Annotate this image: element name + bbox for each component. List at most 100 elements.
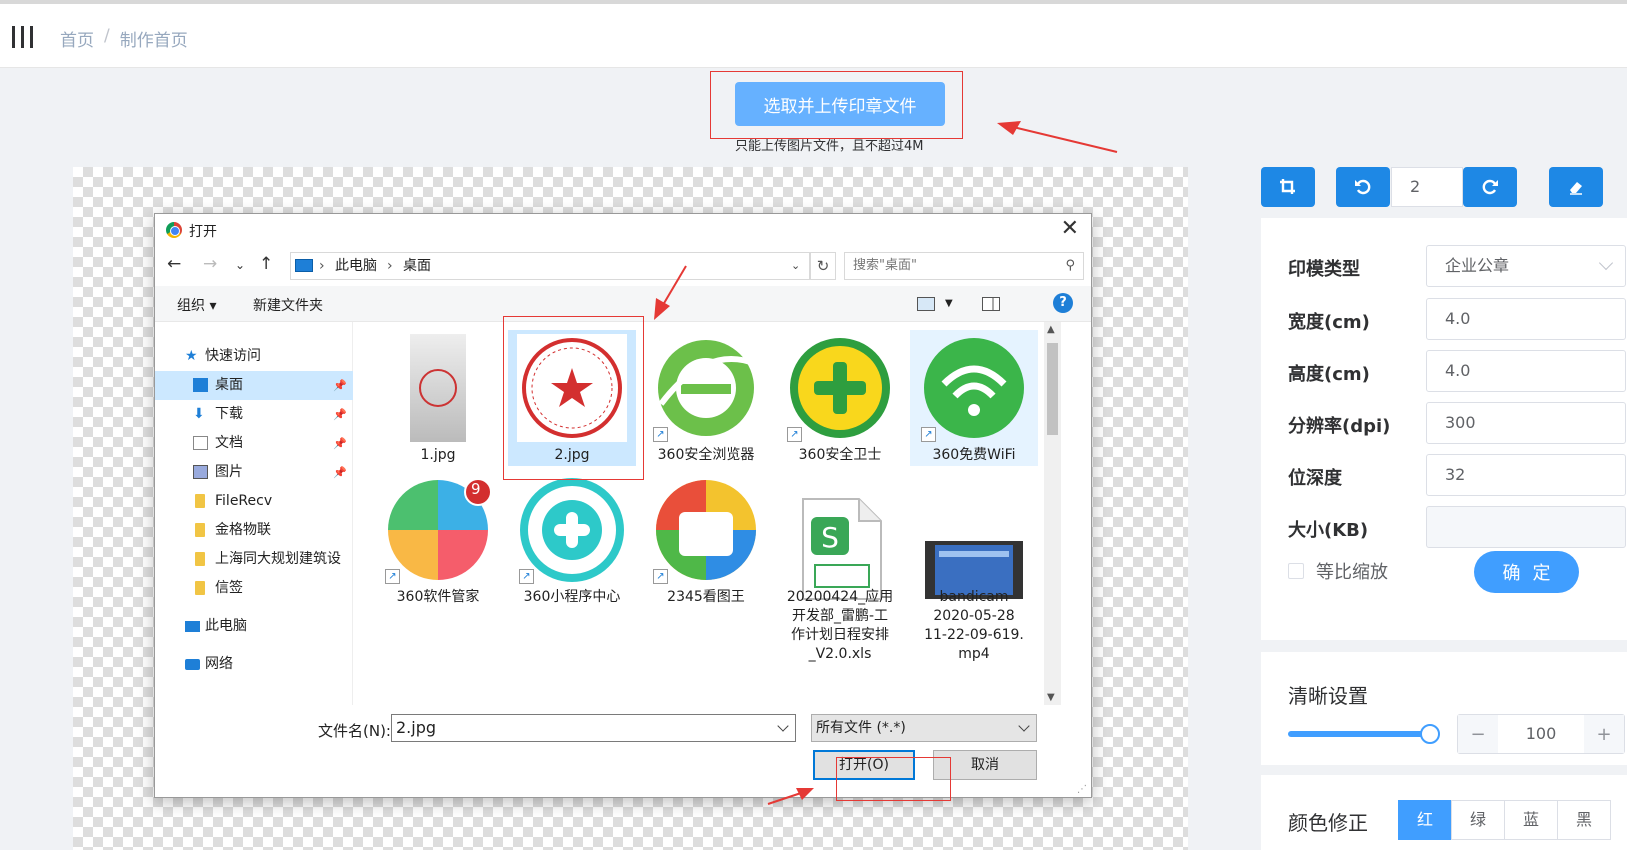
hamburger-menu-icon[interactable] bbox=[12, 26, 34, 48]
breadcrumb-separator: / bbox=[104, 26, 110, 46]
breadcrumb-home[interactable]: 首页 bbox=[60, 26, 94, 51]
nav-shanghai[interactable]: 上海同大规划建筑设 bbox=[155, 545, 353, 574]
computer-icon bbox=[185, 621, 200, 632]
file-item-360wifi[interactable]: ↗ 360免费WiFi bbox=[910, 330, 1038, 466]
nav-label: 快速访问 bbox=[205, 348, 261, 364]
color-option-red[interactable]: 红 bbox=[1398, 800, 1452, 840]
ratio-checkbox[interactable]: 等比缩放 bbox=[1288, 558, 1388, 584]
file-item-mp4[interactable]: bandicam 2020-05-28 11-22-09-619. mp4 bbox=[910, 472, 1038, 672]
wifi-app-icon: ↗ bbox=[919, 334, 1029, 442]
file-type-value: 所有文件 (*.*) bbox=[816, 720, 906, 736]
dpi-input[interactable]: 300 bbox=[1426, 402, 1626, 444]
clarity-slider-handle[interactable] bbox=[1420, 724, 1440, 744]
rotate-right-button[interactable] bbox=[1463, 167, 1517, 207]
file-name: 360小程序中心 bbox=[523, 589, 621, 605]
nav-jinge[interactable]: 金格物联 bbox=[155, 516, 353, 545]
rotate-angle-input[interactable]: 2 bbox=[1391, 167, 1463, 207]
address-sep-icon: › bbox=[319, 258, 325, 274]
checkbox-box[interactable] bbox=[1288, 563, 1304, 579]
pin-icon[interactable]: 📌 bbox=[333, 400, 347, 429]
rotate-left-button[interactable] bbox=[1336, 167, 1390, 207]
file-item-360miniprogram[interactable]: ↗ 360小程序中心 bbox=[508, 472, 636, 608]
nav-quick-access[interactable]: ★ 快速访问 bbox=[155, 342, 353, 371]
file-item-360browser[interactable]: ↗ 360安全浏览器 bbox=[642, 330, 770, 466]
close-icon[interactable]: ✕ bbox=[1061, 216, 1079, 241]
scrollbar-thumb[interactable] bbox=[1047, 343, 1058, 435]
annotation-arrow-file bbox=[654, 265, 687, 320]
view-options-icon[interactable] bbox=[917, 297, 935, 311]
decrease-button[interactable]: − bbox=[1458, 715, 1498, 753]
back-arrow-icon[interactable]: ← bbox=[167, 254, 181, 274]
file-name: 1.jpg bbox=[420, 447, 456, 463]
nav-desktop[interactable]: 桌面 📌 bbox=[155, 371, 353, 400]
color-option-black[interactable]: 黑 bbox=[1557, 800, 1611, 840]
shortcut-arrow-icon: ↗ bbox=[921, 427, 936, 442]
nav-label: 文档 bbox=[215, 435, 243, 451]
scroll-up-icon[interactable]: ▲ bbox=[1047, 324, 1055, 335]
forward-arrow-icon[interactable]: → bbox=[203, 254, 217, 274]
folder-icon bbox=[195, 552, 205, 566]
file-item-1jpg[interactable]: 1.jpg bbox=[374, 330, 502, 466]
scroll-down-icon[interactable]: ▼ bbox=[1047, 692, 1055, 703]
desktop-icon bbox=[193, 378, 208, 392]
nav-label: 网络 bbox=[205, 656, 233, 672]
file-type-select[interactable]: 所有文件 (*.*) bbox=[811, 714, 1037, 742]
crop-button[interactable] bbox=[1261, 167, 1315, 207]
pin-icon[interactable]: 📌 bbox=[333, 371, 347, 400]
address-segment-pc[interactable]: 此电脑 bbox=[335, 253, 377, 279]
recent-chevron-icon[interactable]: ⌄ bbox=[235, 258, 245, 272]
file-grid-scrollbar[interactable]: ▲ ▼ bbox=[1044, 322, 1061, 705]
nav-documents[interactable]: 文档 📌 bbox=[155, 429, 353, 458]
filename-value: 2.jpg bbox=[396, 718, 437, 737]
view-dropdown-icon[interactable]: ▼ bbox=[945, 298, 953, 309]
nav-xinqian[interactable]: 信签 bbox=[155, 574, 353, 603]
increase-button[interactable]: + bbox=[1584, 715, 1624, 753]
address-segment-desktop[interactable]: 桌面 bbox=[403, 253, 431, 279]
preview-pane-icon[interactable] bbox=[982, 297, 1000, 311]
shortcut-arrow-icon: ↗ bbox=[653, 569, 668, 584]
new-folder-button[interactable]: 新建文件夹 bbox=[253, 295, 323, 315]
file-item-360softmgr[interactable]: 9 ↗ 360软件管家 bbox=[374, 472, 502, 608]
address-bar[interactable]: › 此电脑 › 桌面 ⌄ bbox=[290, 252, 810, 280]
resize-grip-icon[interactable]: ⋰ bbox=[1077, 784, 1087, 795]
height-input[interactable]: 4.0 bbox=[1426, 350, 1626, 392]
help-icon[interactable]: ? bbox=[1053, 293, 1073, 313]
file-item-xls[interactable]: S 20200424_应用 开发部_雷鹏-工 作计划日程安排 _V2.0.xls bbox=[776, 472, 904, 672]
file-item-360safe[interactable]: ↗ 360安全卫士 bbox=[776, 330, 904, 466]
clarity-slider-track[interactable] bbox=[1288, 731, 1428, 737]
refresh-icon[interactable]: ↻ bbox=[810, 252, 836, 280]
depth-row: 位深度 32 bbox=[1288, 454, 1626, 496]
address-dropdown-icon[interactable]: ⌄ bbox=[791, 253, 800, 279]
confirm-button[interactable]: 确定 bbox=[1474, 551, 1579, 593]
shortcut-arrow-icon: ↗ bbox=[519, 569, 534, 584]
nav-pictures[interactable]: 图片 📌 bbox=[155, 458, 353, 487]
clarity-card: 清晰设置 − 100 + bbox=[1261, 652, 1627, 765]
search-input[interactable]: 搜索"桌面" ⚲ bbox=[844, 252, 1084, 280]
depth-input[interactable]: 32 bbox=[1426, 454, 1626, 496]
nav-this-pc[interactable]: 此电脑 bbox=[155, 612, 353, 641]
dpi-row: 分辨率(dpi) 300 bbox=[1288, 402, 1626, 444]
pin-icon[interactable]: 📌 bbox=[333, 458, 347, 487]
stamp-type-select[interactable]: 企业公章 bbox=[1426, 245, 1626, 287]
organize-button[interactable]: 组织 ▾ bbox=[177, 295, 216, 315]
navigation-pane: ★ 快速访问 桌面 📌 ⬇ 下载 📌 文档 📌 图片 📌 FileRecv 金格… bbox=[155, 322, 353, 705]
breadcrumb: 首页 / 制作首页 bbox=[60, 26, 188, 51]
width-row: 宽度(cm) 4.0 bbox=[1288, 298, 1626, 340]
chevron-down-icon[interactable] bbox=[777, 720, 789, 732]
color-option-green[interactable]: 绿 bbox=[1451, 800, 1505, 840]
width-input[interactable]: 4.0 bbox=[1426, 298, 1626, 340]
nav-network[interactable]: 网络 bbox=[155, 650, 353, 679]
nav-filerecv[interactable]: FileRecv bbox=[155, 487, 353, 516]
software-manager-app-icon: 9 ↗ bbox=[383, 476, 493, 584]
dialog-titlebar: 打开 ✕ bbox=[155, 214, 1091, 246]
up-arrow-icon[interactable]: ↑ bbox=[259, 254, 273, 274]
filename-label: 文件名(N): bbox=[318, 722, 391, 740]
filename-input[interactable]: 2.jpg bbox=[391, 714, 796, 742]
pin-icon[interactable]: 📌 bbox=[333, 429, 347, 458]
file-name: 2345看图王 bbox=[667, 589, 745, 605]
clarity-value[interactable]: 100 bbox=[1498, 715, 1584, 753]
color-option-blue[interactable]: 蓝 bbox=[1504, 800, 1558, 840]
eraser-button[interactable] bbox=[1549, 167, 1603, 207]
file-item-2345viewer[interactable]: ↗ 2345看图王 bbox=[642, 472, 770, 608]
nav-downloads[interactable]: ⬇ 下载 📌 bbox=[155, 400, 353, 429]
